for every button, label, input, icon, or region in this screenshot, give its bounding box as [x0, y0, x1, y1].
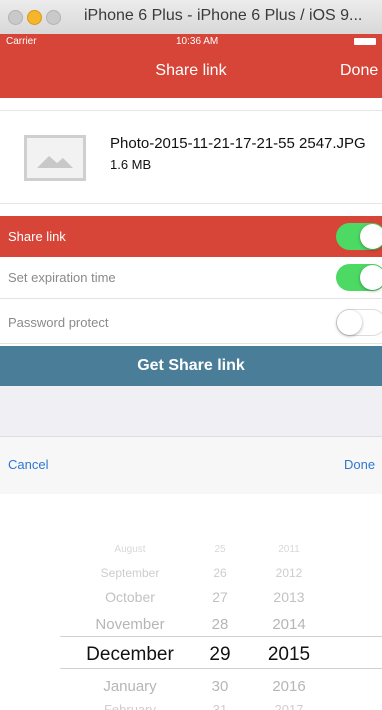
nav-done-button[interactable]: Done [340, 62, 378, 80]
toggle-knob [360, 224, 382, 249]
picker-done-button[interactable]: Done [344, 457, 375, 472]
date-picker[interactable]: August September October November December Ja… [0, 494, 382, 710]
option-label: Share link [8, 229, 66, 244]
file-card: Photo-2015-11-21-17-21-55 2547.JPG 1.6 M… [0, 110, 382, 204]
file-name: Photo-2015-11-21-17-21-55 2547.JPG [110, 135, 366, 152]
close-window-button[interactable] [8, 10, 23, 25]
option-row: Password protect [0, 302, 382, 344]
day-option[interactable]: 30 [196, 678, 244, 695]
get-share-link-button[interactable]: Get Share link [0, 346, 382, 386]
simulator-titlebar: iPhone 6 Plus - iPhone 6 Plus / iOS 9... [0, 0, 382, 35]
toggle-knob [337, 310, 362, 335]
month-option[interactable]: January [60, 678, 200, 695]
picker-cancel-button[interactable]: Cancel [8, 457, 48, 472]
toggle-knob [360, 265, 382, 290]
month-option-selected[interactable]: December [60, 644, 200, 666]
page-title: Share link [155, 62, 227, 79]
picker-toolbar: Cancel Done [0, 436, 382, 495]
maximize-window-button[interactable] [46, 10, 61, 25]
month-option[interactable]: November [60, 616, 200, 633]
year-option[interactable]: 2013 [256, 589, 322, 605]
day-option[interactable]: 27 [196, 589, 244, 605]
selection-line-bottom [60, 668, 382, 669]
month-option[interactable]: August [60, 544, 200, 555]
option-toggle[interactable] [336, 264, 382, 291]
minimize-window-button[interactable] [27, 10, 42, 25]
spacer [0, 386, 382, 436]
file-size: 1.6 MB [110, 157, 152, 172]
year-option-selected[interactable]: 2015 [256, 644, 322, 666]
day-option[interactable]: 31 [196, 702, 244, 710]
selection-line-top [60, 636, 382, 637]
month-option[interactable]: February [60, 702, 200, 710]
option-toggle[interactable] [336, 223, 382, 250]
day-option[interactable]: 28 [196, 616, 244, 633]
option-row: Share link [0, 216, 382, 257]
year-option[interactable]: 2014 [256, 616, 322, 633]
battery-icon [354, 38, 376, 45]
status-time: 10:36 AM [176, 36, 219, 47]
month-option[interactable]: October [60, 589, 200, 605]
day-option[interactable]: 26 [196, 566, 244, 580]
navigation-header: Carrier 10:36 AM Share link Done [0, 34, 382, 98]
year-option[interactable]: 2011 [256, 544, 322, 555]
year-option[interactable]: 2012 [256, 566, 322, 580]
window-title: iPhone 6 Plus - iPhone 6 Plus / iOS 9... [84, 7, 363, 24]
option-label: Password protect [8, 315, 109, 330]
option-label: Set expiration time [8, 270, 116, 285]
year-option[interactable]: 2016 [256, 678, 322, 695]
year-wheel[interactable]: 2011 2012 2013 2014 2015 2016 2017 [256, 494, 322, 710]
option-toggle[interactable] [336, 309, 382, 336]
carrier-label: Carrier [6, 36, 37, 47]
image-file-icon [24, 135, 86, 181]
day-option-selected[interactable]: 29 [196, 644, 244, 666]
day-wheel[interactable]: 25 26 27 28 29 30 31 [196, 494, 244, 710]
option-row: Set expiration time [0, 257, 382, 299]
month-option[interactable]: September [60, 566, 200, 580]
year-option[interactable]: 2017 [256, 702, 322, 710]
month-wheel[interactable]: August September October November December Ja… [60, 494, 200, 710]
day-option[interactable]: 25 [196, 544, 244, 555]
